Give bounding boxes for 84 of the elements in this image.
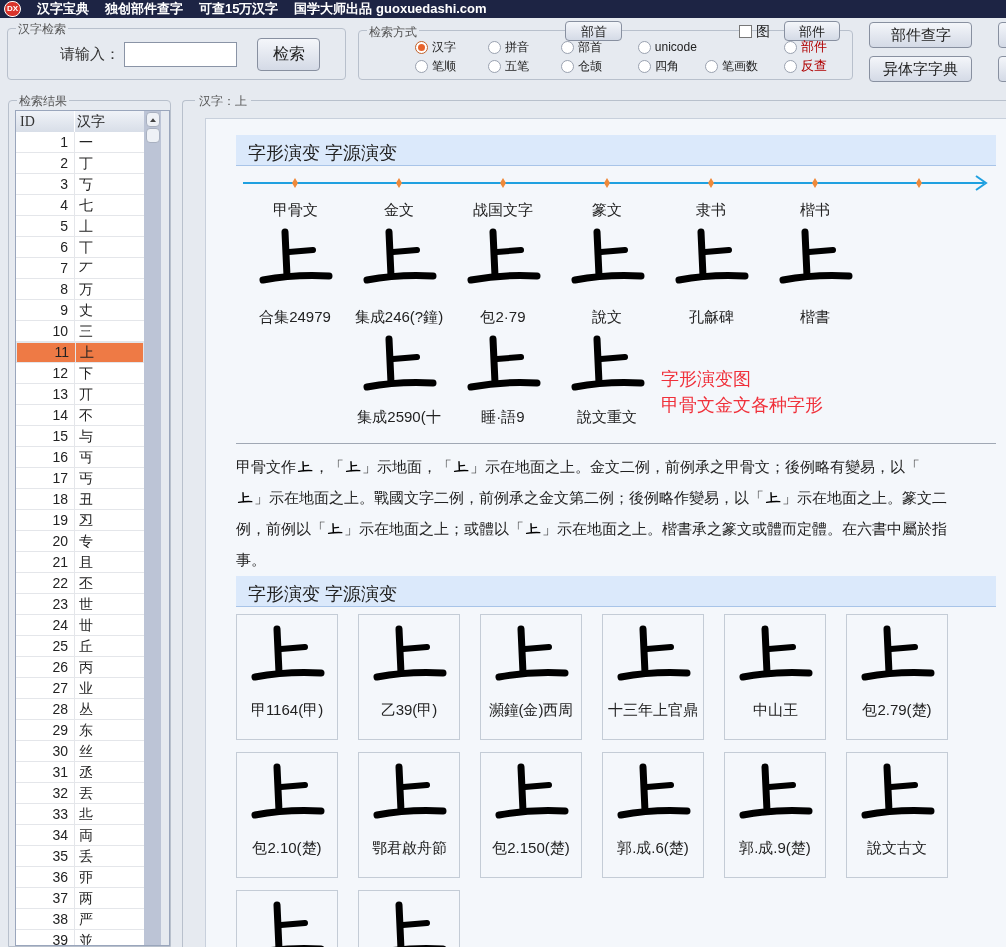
era-label: 战国文字 [473,200,533,220]
glyph-icon [765,491,781,505]
group-legend: 检索方式 [367,23,419,41]
note-text: 甲骨文金文各种字形 [661,394,824,417]
radio-option[interactable]: 汉字 [415,38,488,56]
era-label: 金文 [384,200,414,220]
glyph-caption: 包2.10(楚) [252,837,322,858]
glyph-icon [453,460,469,474]
glyph-caption: 合集24979 [259,306,331,327]
app-logo: DX [4,1,21,17]
group-legend: 汉字检索 [16,20,68,38]
glyph-caption: 瀕鐘(金)西周 [488,699,574,720]
search-input[interactable] [124,41,237,67]
radio-option[interactable]: 四角 [637,57,705,75]
glyph-caption: 楷書 [800,306,830,327]
scroll-thumb[interactable] [145,128,160,143]
radio-option[interactable]: 笔顺 [415,57,488,75]
glyph-caption: 包2.150(楚) [492,837,570,858]
radio-option[interactable]: 仓颉 [560,57,638,75]
checkbox-label: 图 [756,22,770,41]
radio-option[interactable]: 笔画数 [704,57,784,75]
window-title: 汉字宝典 [37,0,89,19]
glyph-caption: 說文重文 [577,407,637,427]
glyph-caption: 集成2590(十 [357,407,441,427]
scroll-up-button[interactable] [145,112,160,127]
section-heading: 字形演变 字源演变 [236,135,996,166]
group-legend: 检索结果 [17,92,69,110]
glyph-caption: 中山王 [752,699,798,720]
description-text: 」示地面，「 [362,456,452,477]
glyph-caption: 郭.成.9(楚) [739,837,811,858]
scrollbar[interactable] [144,111,161,945]
glyph-icon [345,460,361,474]
glyph-caption: 鄂君啟舟節 [371,837,447,858]
option-label: 部件 [800,38,827,57]
glyph-caption: 集成246(?鐘) [354,306,444,327]
column-header[interactable]: ID [16,111,74,132]
radio-option[interactable]: 部首 [560,38,638,56]
glyph-caption: 睡·語9 [481,407,525,427]
glyph-caption: 說文古文 [867,837,927,858]
description-text: 」示在地面之上。篆文二 [782,487,947,508]
glyph-caption: 甲1164(甲) [250,699,324,720]
window-title: 可查15万汉字 [199,0,279,19]
checkbox[interactable] [739,25,752,38]
glyph-icon [327,522,343,536]
field-label: 请输入： [60,43,120,64]
radio-option[interactable]: 五笔 [487,57,561,75]
description-text: 例，前例以「 [236,518,326,539]
glyph-caption: 十三年上官鼎 [608,699,698,720]
description-text: ，「 [314,456,344,477]
radical-button[interactable]: 部首 [565,21,622,41]
section-heading: 字形演变 字源演变 [236,575,996,607]
toolbar-button[interactable]: 部件查字 [869,22,972,48]
era-label: 篆文 [592,200,622,220]
description-text: 」示在地面之上。戰國文字二例，前例承之金文第二例；後例略作變易，以「 [254,487,764,508]
toolbar-button[interactable]: 异体字字典 [869,56,972,82]
radio-option[interactable]: 拼音 [487,38,561,56]
glyph-icon [297,460,313,474]
era-label: 楷书 [800,200,830,220]
radio-option[interactable]: 反查 [783,56,835,76]
component-button[interactable]: 部件 [784,21,840,41]
glyph-caption: 乙39(甲) [380,699,438,720]
description-text: 事。 [236,549,266,570]
result-row[interactable]: 11 上 [16,342,144,363]
glyph-caption: 包2·79 [480,306,526,327]
window-title: 独创部件查字 [105,0,183,19]
note-text: 字形演变图 [661,368,752,391]
radio-option[interactable]: unicode [637,38,705,56]
description-text: 」示在地面之上；或體以「 [344,518,524,539]
description-text: 甲骨文作 [236,456,296,477]
glyph-icon [237,491,253,505]
description-text: 」示在地面之上。金文二例，前例承之甲骨文；後例略有變易，以「 [470,456,920,477]
window-title: 国学大师出品 guoxuedashi.com [294,0,487,19]
glyph-icon [525,522,541,536]
glyph-caption: 包2.79(楚) [862,699,932,720]
glyph-caption: 孔龢碑 [688,306,734,327]
glyph-caption: 說文 [592,306,622,327]
search-button[interactable]: 检索 [257,37,320,71]
glyph-caption: 郭.成.6(楚) [617,837,689,858]
option-label: 反查 [800,57,827,76]
era-label: 甲骨文 [272,200,318,220]
group-legend: 汉字：上 [195,92,251,110]
up-arrow-icon [149,117,156,122]
description-text: 」示在地面之上。楷書承之篆文或體而定體。在六書中屬於指 [542,518,947,539]
era-label: 隶书 [696,200,726,220]
